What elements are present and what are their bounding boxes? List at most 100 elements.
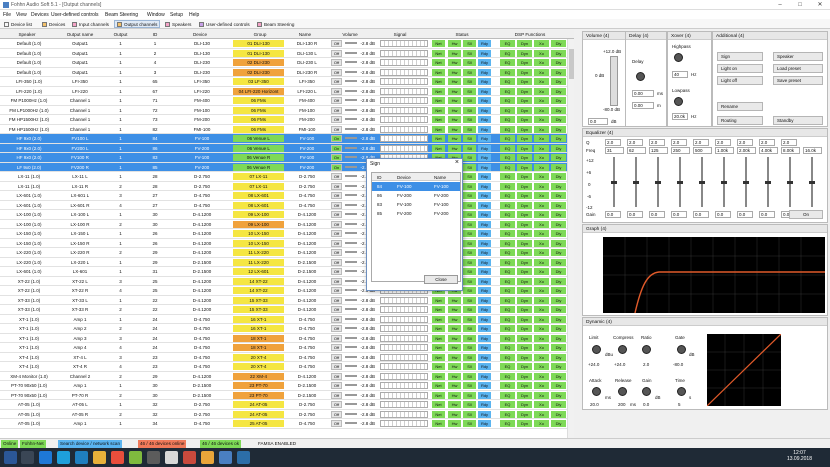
table-row[interactable]: LFI-350 (1.0) LFI-350 1 65 LFI-350 03 LF-350 L… — [0, 77, 574, 87]
table-row[interactable]: Default (1.0) Output1 1 3 DLI-230 02 DLI-230 D… — [0, 67, 574, 77]
volume-slider[interactable] — [345, 327, 357, 329]
compress-value[interactable]: +24.0 — [614, 362, 625, 367]
dsp-function-button[interactable]: Xo — [534, 97, 549, 104]
mute-toggle[interactable]: Off — [331, 78, 342, 85]
volume-slider[interactable] — [345, 42, 357, 44]
col-output[interactable]: Output — [108, 32, 133, 37]
dsp-function-button[interactable]: Xo — [534, 382, 549, 389]
table-row[interactable]: LFI-220 (1.0) LFI-220 1 67 LFI-220 04 LFI-220… — [0, 86, 574, 96]
mute-toggle[interactable]: Off — [331, 249, 342, 256]
save-preset-button[interactable]: Save preset — [773, 76, 823, 85]
dsp-function-button[interactable]: Dly — [551, 372, 566, 380]
scrollbar-thumb[interactable] — [569, 49, 574, 79]
dsp-function-button[interactable]: Dyn — [517, 391, 532, 399]
dsp-function-button[interactable]: Dly — [551, 40, 566, 47]
dsp-function-button[interactable]: Dly — [551, 277, 566, 285]
highpass-knob[interactable] — [674, 53, 683, 62]
volume-slider[interactable] — [345, 61, 357, 63]
dsp-function-button[interactable]: EQ — [500, 391, 515, 399]
dsp-function-button[interactable]: Dly — [551, 68, 566, 76]
volume-slider[interactable] — [345, 289, 357, 291]
dsp-function-button[interactable]: Dyn — [517, 49, 532, 57]
volume-slider[interactable] — [345, 260, 357, 263]
table-row[interactable]: AT-05 (1.0) AT-05 L 1 32 D-2.750 24 AT-05 D-2.… — [0, 400, 574, 410]
mute-toggle[interactable]: Off — [331, 116, 342, 123]
tab-devices[interactable]: Devices — [40, 20, 67, 28]
mute-toggle[interactable]: Off — [331, 40, 342, 47]
dsp-function-button[interactable]: EQ — [500, 173, 515, 180]
volume-slider[interactable] — [345, 89, 357, 92]
dsp-function-button[interactable]: Dly — [551, 258, 566, 266]
dsp-function-button[interactable]: Xo — [534, 87, 549, 95]
dsp-function-button[interactable]: EQ — [500, 182, 515, 190]
mute-toggle[interactable]: Off — [331, 268, 342, 275]
mute-toggle[interactable]: Off — [331, 344, 342, 351]
eq-freq-field[interactable]: 2.00k — [737, 147, 756, 154]
dsp-function-button[interactable]: EQ — [500, 125, 515, 133]
dsp-function-button[interactable]: EQ — [500, 68, 515, 76]
eq-q-field[interactable]: 2.0 — [627, 139, 643, 146]
app-icon[interactable] — [57, 451, 70, 464]
dsp-function-button[interactable]: Dyn — [517, 382, 532, 389]
dsp-function-button[interactable]: Xo — [534, 135, 549, 142]
dsp-function-button[interactable]: EQ — [500, 49, 515, 57]
dsp-function-button[interactable]: Dyn — [517, 40, 532, 47]
mute-toggle[interactable]: Off — [331, 220, 342, 228]
eq-gain-field[interactable]: 0.0 — [649, 211, 665, 218]
eq-gain-field[interactable]: 0.0 — [627, 211, 643, 218]
mute-toggle[interactable]: Off — [331, 401, 342, 408]
eq-fader-handle[interactable] — [633, 181, 639, 184]
eq-fader-handle[interactable] — [699, 181, 705, 184]
table-row[interactable]: XT-1 (1.0) Amp 4 4 24 D-4.750 18 XT-1 D-4.750 O… — [0, 343, 574, 353]
volume-slider[interactable] — [345, 365, 357, 367]
dsp-function-button[interactable]: Dyn — [517, 173, 532, 180]
volume-slider[interactable] — [345, 213, 357, 215]
dsp-function-button[interactable]: Dly — [551, 401, 566, 408]
dsp-function-button[interactable]: Dyn — [517, 201, 532, 209]
dsp-function-button[interactable]: Xo — [534, 363, 549, 370]
dsp-function-button[interactable]: EQ — [500, 154, 515, 161]
dsp-function-button[interactable]: Dly — [551, 135, 566, 142]
dsp-function-button[interactable]: EQ — [500, 192, 515, 199]
standby-button[interactable]: Standby — [773, 116, 823, 125]
dsp-function-button[interactable]: Dly — [551, 125, 566, 133]
mute-toggle[interactable]: Off — [331, 391, 342, 399]
delay-m-field[interactable]: 0.00 — [632, 102, 654, 109]
dsp-function-button[interactable]: Xo — [534, 116, 549, 123]
eq-freq-field[interactable]: 1.00k — [715, 147, 734, 154]
table-scrollbar[interactable] — [567, 39, 574, 438]
eq-gain-field[interactable]: 0.0 — [605, 211, 621, 218]
dsp-function-button[interactable]: Dyn — [517, 363, 532, 370]
dsp-function-button[interactable]: EQ — [500, 325, 515, 332]
col-device[interactable]: Device — [180, 32, 220, 37]
dsp-function-button[interactable]: EQ — [500, 334, 515, 342]
col-name[interactable]: Name — [290, 32, 320, 37]
mute-toggle[interactable]: Off — [331, 353, 342, 361]
dsp-function-button[interactable]: Dyn — [517, 97, 532, 104]
mute-toggle[interactable]: On — [331, 144, 342, 152]
dsp-function-button[interactable]: Dly — [551, 220, 566, 228]
volume-slider[interactable] — [345, 346, 357, 348]
time-value[interactable]: 5 — [678, 402, 681, 407]
table-row[interactable]: LX-100 (1.0) LX-100 L 1 30 D-4.1200 09 LX-100… — [0, 210, 574, 220]
eq-fader-handle[interactable] — [765, 181, 771, 184]
mute-toggle[interactable]: Off — [331, 410, 342, 418]
col-status[interactable]: Status — [447, 32, 477, 37]
dsp-function-button[interactable]: Dly — [551, 59, 566, 66]
eq-q-field[interactable]: 2.0 — [781, 139, 797, 146]
volume-slider[interactable] — [345, 51, 357, 54]
mute-toggle[interactable]: Off — [331, 68, 342, 76]
volume-fader[interactable] — [610, 56, 618, 106]
table-row[interactable]: XT-1 (1.0) Amp 1 1 24 D-4.750 16 XT-1 D-4.750 O… — [0, 314, 574, 324]
app-icon[interactable] — [111, 451, 124, 464]
speaker-button[interactable]: Speaker — [773, 52, 823, 61]
dsp-function-button[interactable]: Dyn — [517, 287, 532, 294]
menu-beam-steering[interactable]: Beam Steering — [105, 12, 138, 18]
volume-slider[interactable] — [345, 355, 357, 358]
dsp-function-button[interactable]: Dyn — [517, 420, 532, 427]
table-row[interactable]: HF 9x0 (2.0) FV200 L 1 86 FV-200 06 Venue L FV… — [0, 143, 574, 153]
dsp-function-button[interactable]: EQ — [500, 211, 515, 218]
dsp-function-button[interactable]: Dly — [551, 363, 566, 370]
table-row[interactable]: FM HP1500Hz (1.0) Channel 1 1 73 FM-200 06 FM… — [0, 115, 574, 125]
col-group[interactable]: Group — [240, 32, 280, 37]
